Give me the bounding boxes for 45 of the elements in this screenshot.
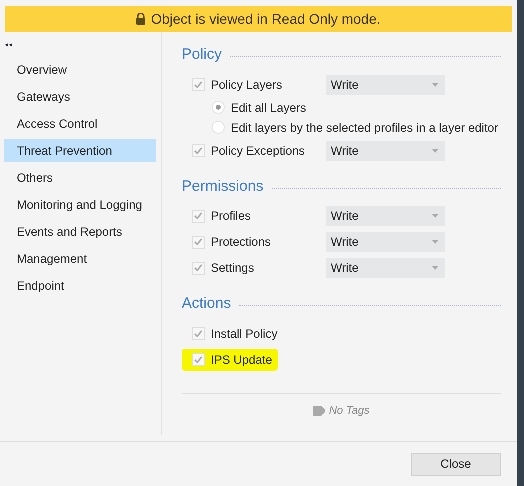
- lock-icon: [136, 13, 146, 25]
- sidebar-item[interactable]: Events and Reports: [4, 220, 156, 243]
- banner-text: Object is viewed in Read Only mode.: [151, 10, 381, 29]
- permission-dropdown[interactable]: Write: [326, 74, 445, 94]
- checkbox[interactable]: [192, 78, 205, 91]
- checkbox-label: Profiles: [211, 208, 252, 225]
- checkbox[interactable]: [192, 236, 205, 248]
- sidebar-item[interactable]: Management: [4, 247, 156, 270]
- permission-dropdown[interactable]: Write: [326, 140, 445, 160]
- checkbox-label: Policy Exceptions: [211, 142, 306, 160]
- section-heading: Policy: [182, 45, 222, 65]
- checkbox-label: Settings: [211, 260, 254, 277]
- checkbox[interactable]: [192, 327, 205, 340]
- caret-icon: [432, 240, 439, 244]
- permission-dropdown[interactable]: Write: [326, 258, 445, 278]
- sidebar-item[interactable]: Monitoring and Logging: [4, 193, 156, 216]
- sidebar-item[interactable]: Access Control: [4, 112, 156, 135]
- caret-icon: [432, 148, 439, 152]
- caret-icon: [432, 214, 439, 218]
- section-heading: Actions: [182, 294, 232, 314]
- sidebar-item[interactable]: Overview: [4, 58, 156, 81]
- checkbox[interactable]: [192, 144, 205, 157]
- sidebar-item[interactable]: Others: [4, 166, 156, 189]
- checkbox-label: Protections: [211, 234, 272, 251]
- tag-icon: [313, 406, 326, 416]
- caret-icon: [432, 266, 439, 270]
- checkbox[interactable]: [192, 353, 205, 366]
- checkbox-label: Policy Layers: [211, 76, 282, 94]
- sidebar-item[interactable]: Endpoint: [4, 274, 156, 297]
- checkbox-label: IPS Update: [211, 352, 272, 368]
- checkbox-label: Install Policy: [211, 326, 278, 342]
- caret-icon: [432, 82, 439, 86]
- sidebar-item[interactable]: Threat Prevention: [4, 139, 156, 162]
- radio-button[interactable]: [212, 101, 225, 114]
- permission-dropdown[interactable]: Write: [326, 232, 445, 252]
- radio-label: Edit layers by the selected profiles in a layer editor: [231, 120, 498, 136]
- checkbox[interactable]: [192, 210, 205, 222]
- radio-label: Edit all Layers: [231, 100, 306, 116]
- radio-button[interactable]: [212, 121, 225, 134]
- permission-dropdown[interactable]: Write: [326, 206, 445, 226]
- no-tags-label: No Tags: [329, 404, 370, 418]
- sidebar-item[interactable]: Gateways: [4, 85, 156, 108]
- section-heading: Permissions: [182, 176, 264, 196]
- checkbox[interactable]: [192, 262, 205, 274]
- close-button[interactable]: Close: [411, 452, 501, 476]
